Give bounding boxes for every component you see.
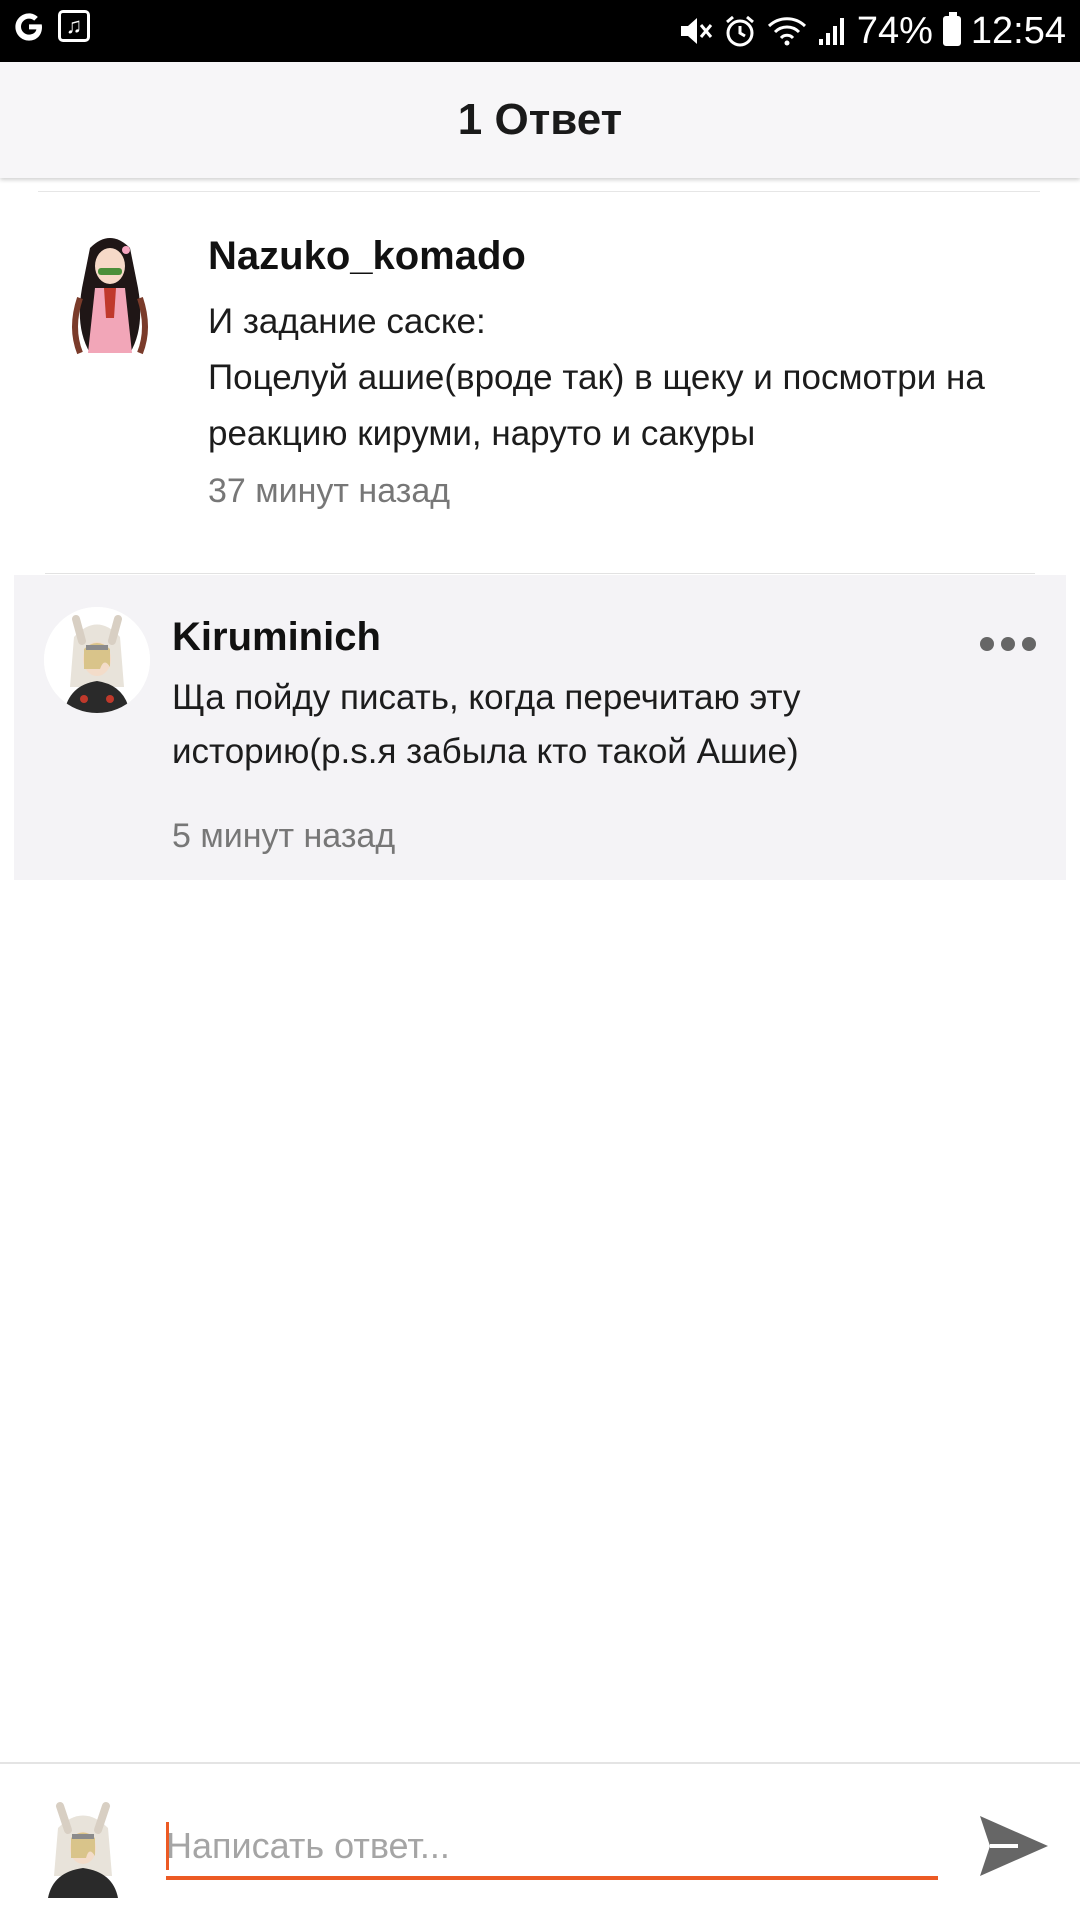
reply-composer xyxy=(0,1762,1080,1922)
signal-icon xyxy=(817,15,847,47)
comment-line: Поцелуй ашие(вроде так) в щеку и посмотр… xyxy=(208,358,985,397)
comment-line: Ща пойду писать, когда перечитаю эту xyxy=(172,678,801,717)
mute-icon xyxy=(677,14,713,48)
page-title: 1 Ответ xyxy=(457,95,623,144)
comment-author[interactable]: Nazuko_komado xyxy=(208,234,526,279)
parent-comment: Nazuko_komado И задание саске: Поцелуй а… xyxy=(0,192,1080,572)
music-icon: ♫ xyxy=(58,10,90,42)
comment-author[interactable]: Kiruminich xyxy=(172,615,381,660)
status-right-icons: 74% 12:54 xyxy=(677,0,1066,62)
reply-comment: Kiruminich Ща пойду писать, когда перечи… xyxy=(14,575,1066,880)
comment-line: реакцию кируми, наруто и сакуры xyxy=(208,414,756,453)
send-button[interactable] xyxy=(974,1806,1054,1886)
comment-timestamp: 37 минут назад xyxy=(208,472,451,510)
comment-text: Ща пойду писать, когда перечитаю эту ист… xyxy=(172,671,1042,779)
status-left-icons: ♫ xyxy=(12,10,90,42)
comment-timestamp: 5 минут назад xyxy=(172,817,396,855)
avatar[interactable] xyxy=(44,607,150,713)
header-bar: 1 Ответ xyxy=(0,62,1080,178)
alarm-icon xyxy=(723,14,757,48)
comment-line: историю(p.s.я забыла кто такой Ашие) xyxy=(172,732,799,771)
comment-line: И задание саске: xyxy=(208,302,486,341)
google-icon xyxy=(12,10,44,42)
avatar[interactable] xyxy=(60,228,160,358)
comment-text: И задание саске: Поцелуй ашие(вроде так)… xyxy=(208,294,1058,462)
more-dots-icon[interactable] xyxy=(980,637,1036,651)
status-bar: ♫ 74% 12:54 xyxy=(0,0,1080,62)
battery-percent: 74% xyxy=(856,9,933,52)
clock: 12:54 xyxy=(970,9,1066,52)
reply-input[interactable] xyxy=(166,1820,938,1880)
divider xyxy=(45,573,1035,574)
text-cursor xyxy=(166,1822,169,1870)
send-icon xyxy=(980,1816,1048,1876)
avatar xyxy=(38,1798,128,1898)
wifi-icon xyxy=(767,15,807,47)
battery-icon xyxy=(942,12,961,46)
